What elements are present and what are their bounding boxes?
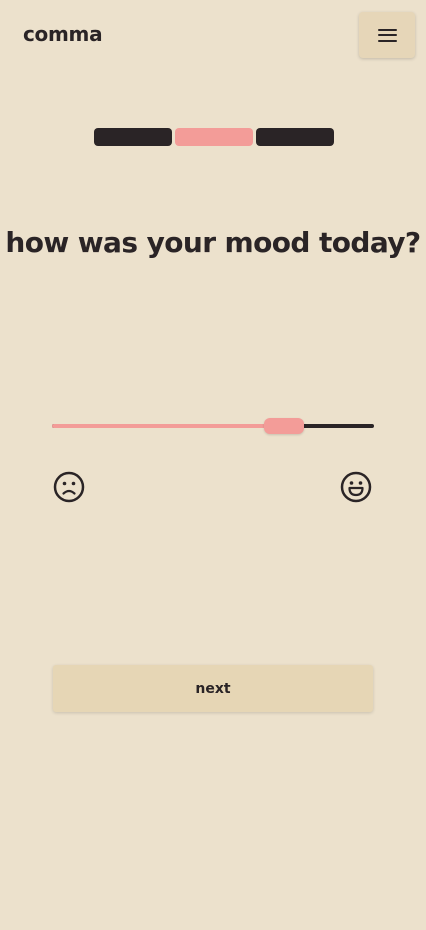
- question-heading: how was your mood today?: [5, 226, 421, 259]
- hamburger-menu-icon: [377, 28, 397, 42]
- slider-thumb[interactable]: [263, 418, 304, 434]
- app-title: comma: [23, 22, 103, 46]
- progress-step-2: [175, 128, 253, 146]
- progress-steps: [94, 128, 334, 146]
- progress-step-3: [256, 128, 334, 146]
- menu-button[interactable]: [359, 12, 415, 58]
- slider-fill: [52, 424, 284, 428]
- sad-face-icon: [53, 471, 85, 503]
- mood-slider[interactable]: [52, 416, 374, 436]
- happy-face-icon: [340, 471, 372, 503]
- progress-step-1: [94, 128, 172, 146]
- next-button[interactable]: next: [53, 665, 373, 712]
